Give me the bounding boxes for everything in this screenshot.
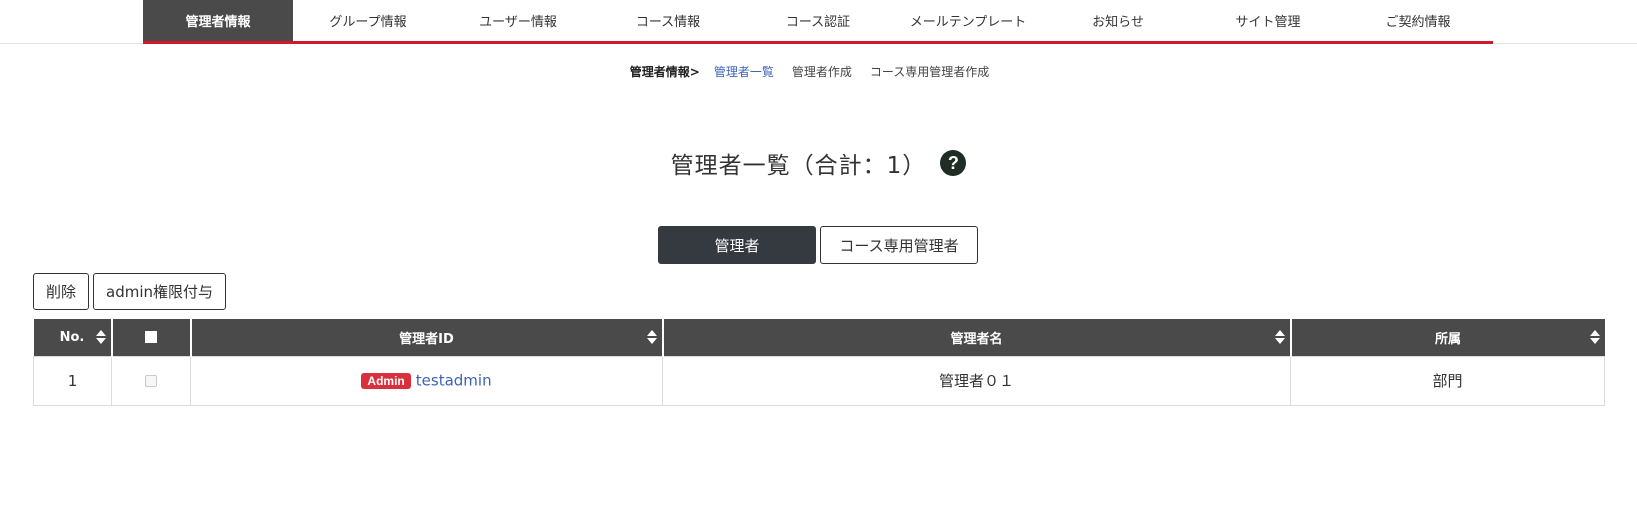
- nav-item-course-info[interactable]: コース情報: [593, 0, 743, 41]
- admin-badge: Admin: [361, 372, 411, 389]
- subnav-admin-list[interactable]: 管理者一覧: [714, 63, 774, 80]
- tab-admin[interactable]: 管理者: [658, 226, 816, 264]
- sort-icon[interactable]: [647, 329, 657, 345]
- column-header-admin-name-label: 管理者名: [950, 331, 1003, 347]
- top-navigation-bar: 管理者情報 グループ情報 ユーザー情報 コース情報 コース認証 メールテンプレー…: [0, 0, 1637, 44]
- nav-item-mail-template[interactable]: メールテンプレート: [893, 0, 1043, 41]
- cell-admin-name: 管理者０１: [662, 355, 1291, 406]
- column-header-no[interactable]: No.: [33, 319, 113, 356]
- column-header-admin-id[interactable]: 管理者ID: [190, 319, 664, 356]
- page-title: 管理者一覧（合計：1）: [670, 153, 927, 179]
- column-header-admin-id-label: 管理者ID: [399, 331, 454, 347]
- select-all-checkbox[interactable]: [145, 331, 157, 344]
- cell-department: 部門: [1290, 355, 1605, 406]
- breadcrumb: 管理者情報> 管理者一覧 管理者作成 コース専用管理者作成: [0, 63, 1637, 80]
- nav-item-notices[interactable]: お知らせ: [1043, 0, 1193, 41]
- cell-admin-id: Admin testadmin: [190, 355, 663, 406]
- subnav-course-admin-create[interactable]: コース専用管理者作成: [870, 63, 989, 80]
- cell-select: [111, 355, 191, 406]
- admin-table: No. 管理者ID 管理者名 所属 1 Admin testadmin 管理者０…: [33, 319, 1605, 406]
- nav-item-site-admin[interactable]: サイト管理: [1193, 0, 1343, 41]
- column-header-select: [111, 319, 192, 356]
- title-row: 管理者一覧（合計：1） ?: [0, 146, 1637, 180]
- nav-item-contract-info[interactable]: ご契約情報: [1343, 0, 1493, 41]
- sort-icon[interactable]: [1590, 329, 1600, 345]
- grant-admin-button[interactable]: admin権限付与: [93, 273, 227, 310]
- tab-course-admin[interactable]: コース専用管理者: [820, 226, 978, 264]
- column-header-admin-name[interactable]: 管理者名: [662, 319, 1292, 356]
- table-row: 1 Admin testadmin 管理者０１ 部門: [33, 355, 1605, 406]
- cell-no: 1: [33, 355, 112, 406]
- table-header-row: No. 管理者ID 管理者名 所属: [33, 319, 1605, 356]
- delete-button[interactable]: 削除: [33, 273, 90, 310]
- column-header-no-label: No.: [59, 329, 85, 345]
- help-icon[interactable]: ?: [940, 150, 967, 176]
- subnav-admin-create[interactable]: 管理者作成: [792, 63, 852, 80]
- column-header-department[interactable]: 所属: [1290, 319, 1605, 356]
- column-header-department-label: 所属: [1434, 331, 1461, 347]
- breadcrumb-current: 管理者情報>: [629, 65, 700, 79]
- top-navigation: 管理者情報 グループ情報 ユーザー情報 コース情報 コース認証 メールテンプレー…: [143, 0, 1493, 44]
- sort-icon[interactable]: [1275, 329, 1285, 345]
- admin-id-link[interactable]: testadmin: [416, 372, 492, 390]
- nav-item-admin-info[interactable]: 管理者情報: [143, 0, 293, 41]
- nav-item-course-auth[interactable]: コース認証: [743, 0, 893, 41]
- admin-type-tabs: 管理者 コース専用管理者: [658, 226, 978, 264]
- table-actions: 削除 admin権限付与: [33, 273, 230, 310]
- nav-item-user-info[interactable]: ユーザー情報: [443, 0, 593, 41]
- nav-item-group-info[interactable]: グループ情報: [293, 0, 443, 41]
- sort-icon[interactable]: [96, 329, 106, 345]
- row-checkbox[interactable]: [145, 375, 157, 387]
